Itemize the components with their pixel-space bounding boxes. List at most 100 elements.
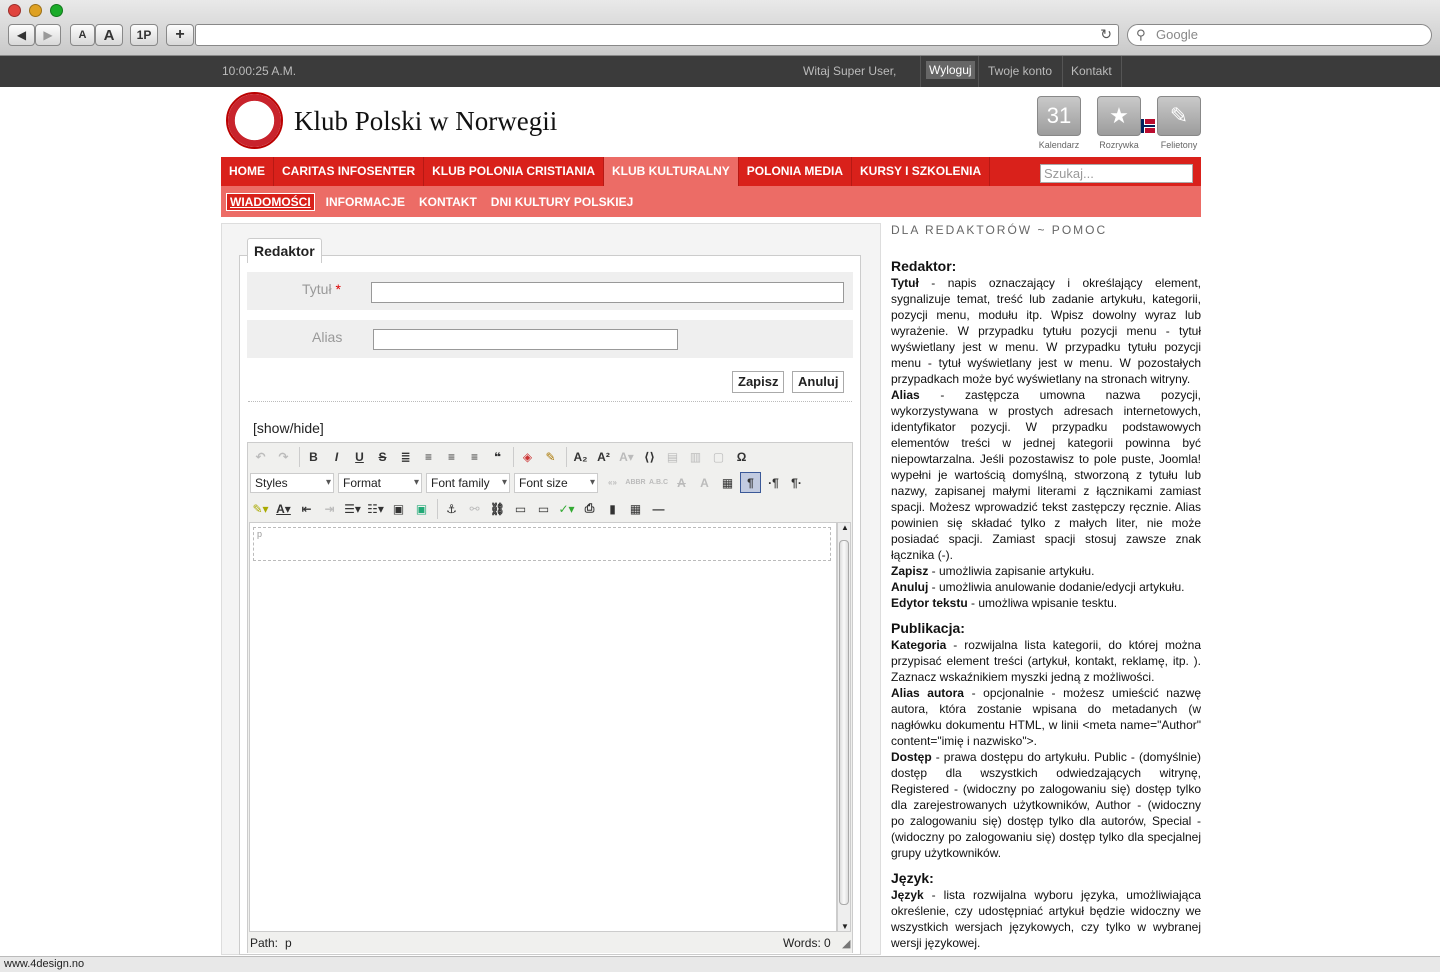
entertainment-label[interactable]: Rozrywka xyxy=(1089,140,1149,150)
search-icon: ⚲ xyxy=(1136,27,1146,42)
columns-label[interactable]: Felietony xyxy=(1149,140,1209,150)
abbr-icon[interactable]: ABBR xyxy=(625,472,646,493)
path-value[interactable]: p xyxy=(285,936,292,950)
undo-icon[interactable]: ↶ xyxy=(250,446,271,467)
site-title[interactable]: Klub Polski w Norwegii xyxy=(294,106,557,137)
close-window-button[interactable] xyxy=(8,4,21,17)
horizontal-rule-icon[interactable]: — xyxy=(648,498,669,519)
new-tab-button[interactable]: + xyxy=(166,24,194,46)
cleanup-brush-icon[interactable]: ✎ xyxy=(540,446,561,467)
spellcheck-icon[interactable]: ✓▾ xyxy=(556,498,577,519)
indent-icon[interactable]: ⇥ xyxy=(319,498,340,519)
select-all-icon[interactable]: ▢ xyxy=(708,446,729,467)
text-smaller-button[interactable]: A xyxy=(70,24,95,46)
minimize-window-button[interactable] xyxy=(29,4,42,17)
menu-item-home[interactable]: HOME xyxy=(221,157,274,186)
back-button[interactable]: ◀ xyxy=(8,24,35,46)
sidebar-definition: - zastępcza umowna nazwa pozycji, wykorz… xyxy=(891,388,1201,562)
site-search-input[interactable]: Szukaj... xyxy=(1040,164,1193,183)
underline-icon[interactable]: U xyxy=(349,446,370,467)
menu-item-kursy[interactable]: KURSY I SZKOLENIA xyxy=(852,157,991,186)
calendar-icon[interactable]: 31 xyxy=(1037,96,1081,136)
cancel-button[interactable]: Anuluj xyxy=(792,371,845,393)
text-bigger-button[interactable]: A xyxy=(95,24,123,46)
font-family-dropdown[interactable]: Font family xyxy=(426,472,510,493)
save-button[interactable]: Zapisz xyxy=(732,371,785,393)
paragraph-block[interactable]: p xyxy=(253,527,831,561)
special-char-icon[interactable]: Ω xyxy=(731,446,752,467)
menu-item-polonia-cristiania[interactable]: KLUB POLONIA CRISTIANIA xyxy=(424,157,605,186)
numbered-list-icon[interactable]: ☰▾ xyxy=(342,498,363,519)
zoom-window-button[interactable] xyxy=(50,4,63,17)
scrollbar-thumb[interactable] xyxy=(839,540,849,905)
insert-time-icon[interactable]: ▣ xyxy=(411,498,432,519)
align-center-icon[interactable]: ≡ xyxy=(418,446,439,467)
blockquote-icon[interactable]: ❝ xyxy=(487,446,508,467)
reload-icon[interactable]: ↻ xyxy=(1100,26,1112,43)
editor-content-area[interactable] xyxy=(249,522,837,932)
star-icon[interactable]: ★ xyxy=(1097,96,1141,136)
calendar-label[interactable]: Kalendarz xyxy=(1029,140,1089,150)
text-color-icon[interactable]: A▾ xyxy=(273,498,294,519)
outdent-icon[interactable]: ⇤ xyxy=(296,498,317,519)
subscript-icon[interactable]: A₂ xyxy=(570,446,591,467)
eraser-icon[interactable]: ◈ xyxy=(517,446,538,467)
italic-icon[interactable]: I xyxy=(326,446,347,467)
html-source-icon[interactable]: ⟨⟩ xyxy=(639,446,660,467)
delete-text-icon[interactable]: A xyxy=(671,472,692,493)
menu-item-polonia-media[interactable]: POLONIA MEDIA xyxy=(739,157,853,186)
path-label: Path: xyxy=(250,936,279,950)
media-icon[interactable]: ▮ xyxy=(602,498,623,519)
submenu-item-informacje[interactable]: INFORMACJE xyxy=(323,194,408,210)
paste-word-icon[interactable]: ▥ xyxy=(685,446,706,467)
pen-icon[interactable]: ✎ xyxy=(1157,96,1201,136)
align-left-icon[interactable]: ≡ xyxy=(441,446,462,467)
title-input[interactable] xyxy=(371,282,844,303)
onepassword-button[interactable]: 1P xyxy=(130,24,158,46)
logout-link[interactable]: Wyloguj xyxy=(926,61,975,79)
rtl-icon[interactable]: ¶· xyxy=(786,472,807,493)
paste-text-icon[interactable]: ▤ xyxy=(662,446,683,467)
template-icon[interactable]: ▦ xyxy=(625,498,646,519)
bullet-list-icon[interactable]: ☷▾ xyxy=(365,498,386,519)
bold-icon[interactable]: B xyxy=(303,446,324,467)
visual-chars-icon[interactable]: ¶ xyxy=(740,472,761,493)
superscript-icon[interactable]: A² xyxy=(593,446,614,467)
justify-full-icon[interactable]: ≣ xyxy=(395,446,416,467)
sidebar-definition: - umożliwia zapisanie artykułu. xyxy=(928,564,1095,578)
strikethrough-icon[interactable]: S xyxy=(372,446,393,467)
menu-item-caritas[interactable]: CARITAS INFOSENTER xyxy=(274,157,425,186)
link-icon[interactable]: ⛓ xyxy=(487,498,508,519)
text-style-icon[interactable]: A▾ xyxy=(616,446,637,467)
resize-handle-icon[interactable]: ◢ xyxy=(842,937,850,950)
image-icon[interactable]: ▭ xyxy=(510,498,531,519)
browser-search-input[interactable]: ⚲ Google xyxy=(1127,24,1432,46)
insert-date-icon[interactable]: ▣ xyxy=(388,498,409,519)
ltr-icon[interactable]: ·¶ xyxy=(763,472,784,493)
account-link[interactable]: Twoje konto xyxy=(988,64,1052,78)
menu-item-klub-kulturalny[interactable]: KLUB KULTURALNY xyxy=(604,157,739,186)
print-icon[interactable]: ⎙ xyxy=(579,498,600,519)
acronym-icon[interactable]: A.B.C xyxy=(648,472,669,493)
edit-image-icon[interactable]: ▭ xyxy=(533,498,554,519)
submenu-item-kontakt[interactable]: KONTAKT xyxy=(416,194,480,210)
unlink-icon[interactable]: ⚯ xyxy=(464,498,485,519)
cite-icon[interactable]: «» xyxy=(602,472,623,493)
club-logo[interactable] xyxy=(226,92,283,149)
highlight-color-icon[interactable]: ✎▾ xyxy=(250,498,271,519)
styles-dropdown[interactable]: Styles xyxy=(250,472,334,493)
anchor-icon[interactable]: ⚓ xyxy=(441,498,462,519)
attributes-icon[interactable]: ▦ xyxy=(717,472,738,493)
show-hide-toggle[interactable]: [show/hide] xyxy=(253,420,324,436)
align-right-icon[interactable]: ≡ xyxy=(464,446,485,467)
format-dropdown[interactable]: Format xyxy=(338,472,422,493)
submenu-item-dni-kultury[interactable]: DNI KULTURY POLSKIEJ xyxy=(488,194,636,210)
contact-link[interactable]: Kontakt xyxy=(1071,64,1112,78)
insert-text-icon[interactable]: A xyxy=(694,472,715,493)
forward-button[interactable]: ▶ xyxy=(35,24,61,46)
redo-icon[interactable]: ↷ xyxy=(273,446,294,467)
font-size-dropdown[interactable]: Font size xyxy=(514,472,598,493)
alias-input[interactable] xyxy=(373,329,678,350)
address-bar[interactable]: ↻ xyxy=(195,24,1119,46)
submenu-item-wiadomosci[interactable]: WIADOMOŚCI xyxy=(226,192,315,211)
